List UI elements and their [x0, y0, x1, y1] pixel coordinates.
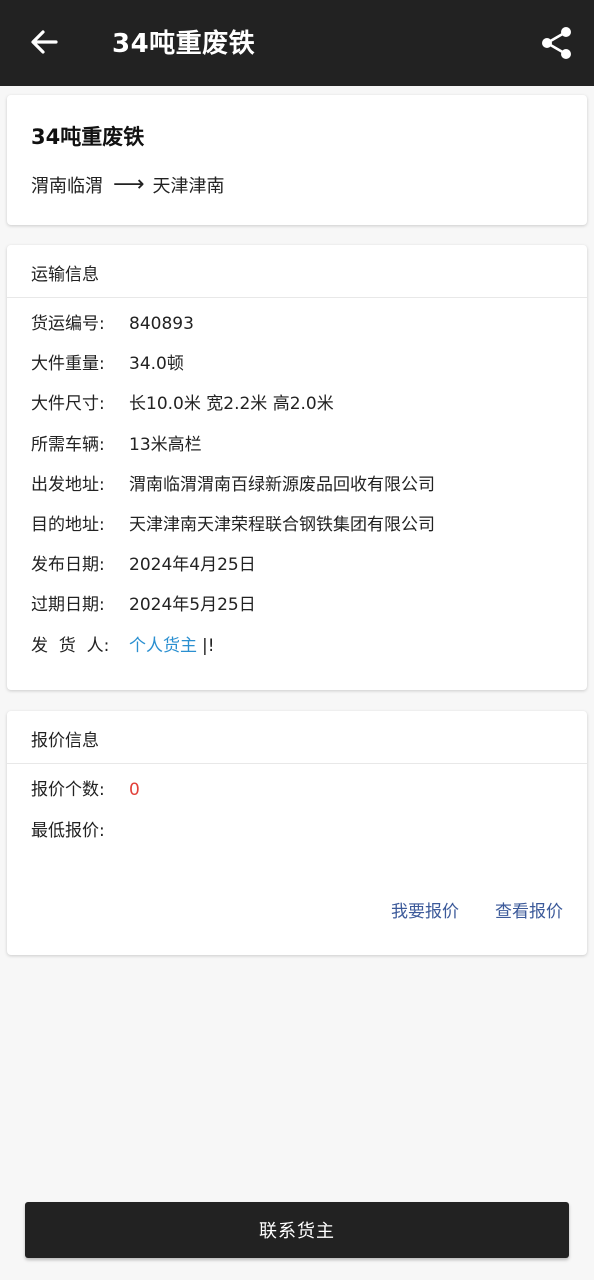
shipper-suffix: |!	[202, 635, 215, 656]
make-quote-button[interactable]: 我要报价	[391, 897, 459, 922]
info-row-dimensions: 大件尺寸: 长10.0米 宽2.2米 高2.0米	[31, 391, 435, 431]
info-value: 34.0顿	[129, 354, 184, 375]
info-label: 出发地址:	[31, 474, 105, 495]
info-label: 所需车辆:	[31, 434, 105, 455]
route-arrow-icon: ⟶	[113, 172, 145, 197]
info-label: 报价个数:	[31, 780, 105, 800]
info-label: 货运编号:	[31, 314, 105, 334]
quote-info-list: 报价个数: 0 最低报价:	[31, 777, 140, 859]
view-quotes-button[interactable]: 查看报价	[495, 897, 563, 922]
contact-shipper-button[interactable]: 联系货主	[25, 1202, 569, 1258]
info-label: 发布日期:	[31, 555, 105, 576]
info-row-shipment-number: 货运编号: 840893	[31, 311, 435, 351]
info-value: 2024年4月25日	[129, 555, 256, 576]
route-origin: 渭南临渭	[31, 176, 103, 197]
info-value: 长10.0米 宽2.2米 高2.0米	[129, 394, 334, 415]
page-title: 34吨重废铁	[112, 29, 256, 59]
route-destination: 天津津南	[152, 176, 225, 197]
info-row-publish-date: 发布日期: 2024年4月25日	[31, 552, 435, 592]
info-label: 最低报价:	[31, 821, 105, 841]
arrow-left-icon[interactable]	[28, 26, 60, 58]
quote-count-value: 0	[129, 780, 140, 800]
cargo-title: 34吨重废铁	[31, 125, 145, 149]
shipper-link[interactable]: 个人货主	[129, 633, 197, 659]
info-row-expiry-date: 过期日期: 2024年5月25日	[31, 592, 435, 632]
info-label: 目的地址:	[31, 514, 105, 535]
app-bar: 34吨重废铁	[0, 0, 594, 86]
quote-info-header: 报价信息	[7, 711, 587, 764]
info-label: 大件重量:	[31, 354, 105, 375]
info-row-origin-address: 出发地址: 渭南临渭渭南百绿新源废品回收有限公司	[31, 472, 435, 512]
section-title: 运输信息	[31, 265, 99, 285]
info-label: 大件尺寸:	[31, 394, 105, 415]
info-value: 840893	[129, 314, 194, 334]
info-label: 发 货 人:	[31, 635, 110, 656]
section-title: 报价信息	[31, 731, 99, 751]
lowest-quote-row: 最低报价:	[31, 818, 140, 859]
info-label: 过期日期:	[31, 595, 105, 616]
quote-info-card: 报价信息 报价个数: 0 最低报价: 我要报价 查看报价	[7, 711, 587, 955]
info-value: 天津津南天津荣程联合钢铁集团有限公司	[129, 514, 435, 535]
info-value: 13米高栏	[129, 434, 202, 455]
quote-count-row: 报价个数: 0	[31, 777, 140, 818]
transport-info-card: 运输信息 货运编号: 840893 大件重量: 34.0顿 大件尺寸: 长10.…	[7, 245, 587, 690]
quote-actions: 我要报价 查看报价	[391, 897, 563, 922]
info-row-vehicle: 所需车辆: 13米高栏	[31, 432, 435, 472]
cargo-summary-card: 34吨重废铁 渭南临渭 ⟶ 天津津南	[7, 95, 587, 225]
transport-info-header: 运输信息	[7, 245, 587, 298]
info-row-shipper: 发 货 人: 个人货主 |!	[31, 633, 435, 673]
share-icon[interactable]	[540, 26, 574, 60]
route: 渭南临渭 ⟶ 天津津南	[31, 172, 225, 198]
info-value: 2024年5月25日	[129, 595, 256, 616]
info-row-weight: 大件重量: 34.0顿	[31, 351, 435, 391]
transport-info-list: 货运编号: 840893 大件重量: 34.0顿 大件尺寸: 长10.0米 宽2…	[31, 311, 435, 673]
info-row-destination-address: 目的地址: 天津津南天津荣程联合钢铁集团有限公司	[31, 512, 435, 552]
info-value: 渭南临渭渭南百绿新源废品回收有限公司	[129, 474, 435, 495]
